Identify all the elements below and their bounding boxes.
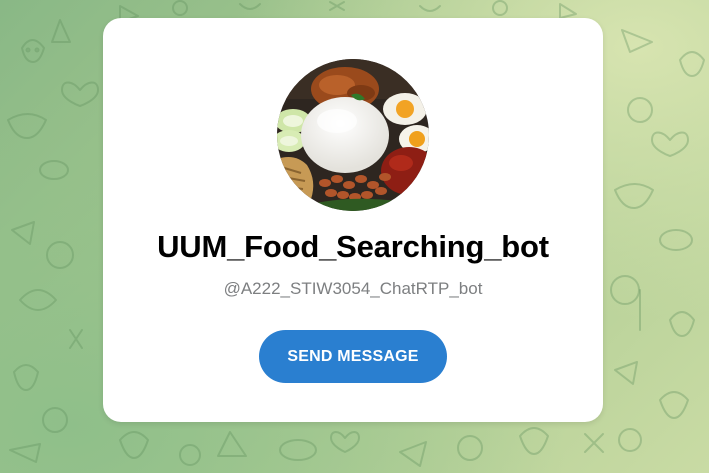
cat-doodle-icon <box>21 39 45 63</box>
nasi-lemak-avatar-image <box>277 59 429 211</box>
bot-profile-card: UUM_Food_Searching_bot @A222_STIW3054_Ch… <box>103 18 603 422</box>
bot-avatar <box>277 59 429 211</box>
bot-display-name: UUM_Food_Searching_bot <box>157 229 549 264</box>
bot-username: @A222_STIW3054_ChatRTP_bot <box>223 279 483 298</box>
send-message-button[interactable]: SEND MESSAGE <box>259 330 447 383</box>
